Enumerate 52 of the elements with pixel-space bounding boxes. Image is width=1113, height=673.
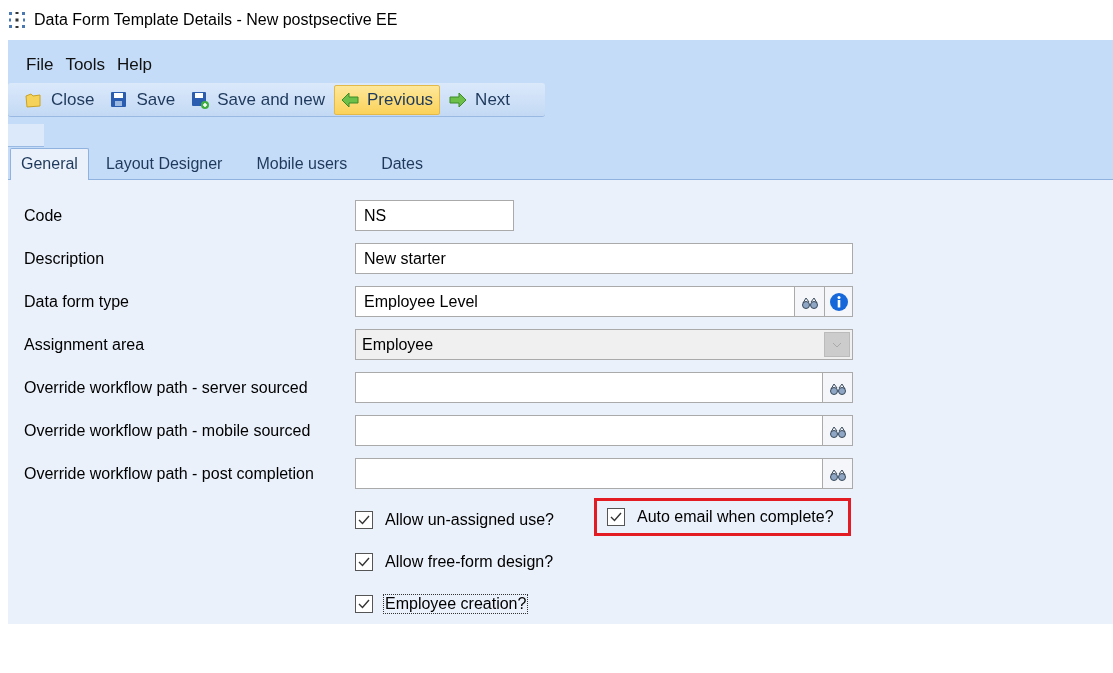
checkmark-icon: [358, 599, 370, 609]
checkbox[interactable]: [355, 553, 373, 571]
menu-item[interactable]: Help: [117, 55, 153, 80]
info-button[interactable]: [825, 286, 853, 317]
toolbar-button[interactable]: Save: [103, 84, 183, 115]
field-label: Assignment area: [24, 335, 146, 354]
menu-item[interactable]: Tools: [65, 55, 106, 80]
menu-item[interactable]: File: [26, 55, 54, 80]
right-arrow-icon: [449, 90, 468, 109]
chevron-down-icon: [832, 341, 842, 348]
field-label: Code: [24, 206, 64, 225]
tab[interactable]: Layout Designer: [88, 149, 240, 179]
checkbox-label[interactable]: Auto email when complete?: [635, 507, 836, 527]
checkmark-icon: [358, 515, 370, 525]
checkbox[interactable]: [355, 595, 373, 613]
app-icon: [8, 11, 26, 29]
window-title: Data Form Template Details - New postpsective EE: [34, 11, 398, 29]
field-label: Override workflow path - mobile sourced: [24, 421, 312, 440]
checkbox-label[interactable]: Allow free-form design?: [383, 552, 556, 572]
field-label: Data form type: [24, 292, 130, 311]
field-label: Override workflow path - post completion: [24, 464, 315, 483]
tab[interactable]: Mobile users: [239, 149, 365, 179]
lookup-field[interactable]: Employee Level: [355, 286, 795, 317]
lookup-button[interactable]: [823, 415, 853, 446]
checkbox-label[interactable]: Employee creation?: [383, 594, 529, 614]
field-label: Description: [24, 249, 106, 268]
save-add-icon: [191, 90, 210, 109]
toolbar-button[interactable]: Previous: [333, 84, 441, 115]
empty-toolbar: [8, 124, 44, 147]
tab[interactable]: General: [10, 148, 89, 180]
toolbar-button[interactable]: Next: [442, 84, 518, 115]
save-icon: [110, 90, 129, 109]
checkbox-label[interactable]: Allow un-assigned use?: [383, 510, 556, 530]
lookup-field[interactable]: [355, 458, 823, 489]
info-icon: [828, 291, 849, 312]
checkbox[interactable]: [607, 508, 625, 526]
toolbar-button[interactable]: Close: [18, 84, 102, 115]
lookup-button[interactable]: [823, 372, 853, 403]
folder-icon: [25, 90, 43, 109]
lookup-button[interactable]: [823, 458, 853, 489]
field-label: Override workflow path - server sourced: [24, 378, 309, 397]
text-field[interactable]: NS: [355, 200, 514, 231]
left-arrow-icon: [340, 90, 359, 109]
checkmark-icon: [358, 557, 370, 567]
lookup-field[interactable]: [355, 415, 823, 446]
checkmark-icon: [610, 512, 622, 522]
tab[interactable]: Dates: [364, 149, 440, 179]
lookup-button[interactable]: [795, 286, 825, 317]
lookup-field[interactable]: [355, 372, 823, 403]
text-field[interactable]: New starter: [355, 243, 853, 274]
checkbox[interactable]: [355, 511, 373, 529]
toolbar-button[interactable]: Save and new: [184, 84, 332, 115]
